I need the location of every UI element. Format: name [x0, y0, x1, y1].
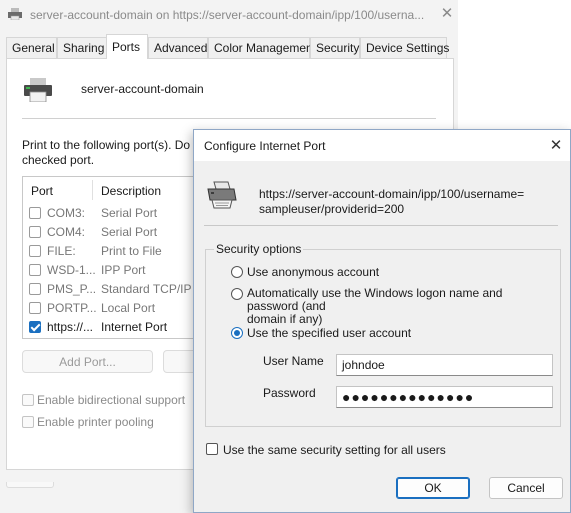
username-label: User Name [263, 354, 324, 368]
properties-titlebar: server-account-domain on https://server-… [0, 0, 458, 30]
port-checkbox[interactable] [29, 264, 41, 276]
column-header-description[interactable]: Description [101, 184, 161, 198]
port-url-line-2: sampleuser/providerid=200 [259, 202, 405, 216]
port-row[interactable]: COM4: Serial Port [23, 223, 201, 242]
password-label: Password [263, 386, 316, 400]
port-name: https://... [47, 320, 94, 334]
column-separator[interactable] [92, 180, 93, 200]
ports-list[interactable]: Port Description COM3: Serial Port COM4:… [22, 176, 202, 339]
port-checkbox-checked[interactable] [29, 321, 41, 333]
bidirectional-label: Enable bidirectional support [37, 393, 186, 407]
ports-description: Print to the following port(s). Do check… [22, 138, 197, 168]
same-setting-checkbox[interactable] [206, 443, 218, 455]
username-field[interactable]: johndoe [336, 354, 553, 376]
ports-description-line-1: Print to the following port(s). Do [22, 138, 191, 152]
pooling-label: Enable printer pooling [37, 415, 154, 429]
tab-security[interactable]: Security [310, 37, 360, 58]
security-options-label: Security options [214, 242, 304, 256]
port-description: Local Port [101, 301, 156, 315]
printer-name: server-account-domain [81, 82, 204, 96]
tab-device-settings[interactable]: Device Settings [360, 37, 449, 58]
ports-description-line-2: checked port. [22, 153, 95, 167]
port-row-selected[interactable]: https://... Internet Port [23, 318, 201, 337]
divider [22, 118, 436, 119]
window-title: server-account-domain on https://server-… [30, 8, 425, 22]
printer-icon [24, 78, 52, 102]
windows-logon-label-line-2: domain if any) [247, 312, 323, 326]
close-icon[interactable]: ✕ [437, 4, 457, 24]
port-checkbox[interactable] [29, 207, 41, 219]
windows-logon-label-line-1: Automatically use the Windows logon name… [247, 286, 503, 313]
port-description: Serial Port [101, 225, 158, 239]
divider [204, 225, 558, 226]
port-name: WSD-1... [47, 263, 96, 277]
tab-ports[interactable]: Ports [106, 34, 148, 59]
port-description: Internet Port [101, 320, 168, 334]
port-checkbox[interactable] [29, 283, 41, 295]
specified-account-radio[interactable] [231, 327, 243, 339]
anonymous-account-label[interactable]: Use anonymous account [247, 266, 379, 279]
port-name: PMS_P... [47, 282, 97, 296]
tab-general[interactable]: General [6, 37, 57, 58]
port-url: https://server-account-domain/ipp/100/us… [259, 187, 559, 217]
windows-logon-radio[interactable] [231, 288, 243, 300]
port-url-line-1: https://server-account-domain/ipp/100/us… [259, 187, 525, 201]
same-setting-label[interactable]: Use the same security setting for all us… [223, 443, 446, 457]
port-checkbox[interactable] [29, 245, 41, 257]
port-row[interactable]: PORTP... Local Port [23, 299, 201, 318]
port-description: Serial Port [101, 206, 158, 220]
port-description: Standard TCP/IP P [101, 282, 202, 296]
configure-internet-port-dialog: Configure Internet Port ✕ https://server… [193, 129, 571, 513]
port-checkbox[interactable] [29, 226, 41, 238]
specified-account-label[interactable]: Use the specified user account [247, 327, 411, 340]
dialog-title: Configure Internet Port [204, 139, 326, 153]
close-icon[interactable]: ✕ [546, 136, 566, 156]
printer-icon [8, 8, 22, 20]
column-header-port[interactable]: Port [31, 184, 53, 198]
internet-printer-icon [207, 181, 237, 209]
ok-button[interactable]: OK [396, 477, 470, 499]
port-name: COM4: [47, 225, 86, 239]
password-field[interactable]: ●●●●●●●●●●●●●● [336, 386, 553, 408]
port-description: Print to File [101, 244, 162, 258]
port-row[interactable]: WSD-1... IPP Port [23, 261, 201, 280]
port-name: COM3: [47, 206, 86, 220]
port-name: FILE: [47, 244, 76, 258]
port-description: IPP Port [101, 263, 146, 277]
port-row[interactable]: PMS_P... Standard TCP/IP P [23, 280, 201, 299]
tab-sharing[interactable]: Sharing [57, 37, 107, 58]
port-row[interactable]: FILE: Print to File [23, 242, 201, 261]
dialog-titlebar: Configure Internet Port ✕ [194, 130, 570, 161]
windows-logon-label[interactable]: Automatically use the Windows logon name… [247, 287, 557, 326]
tab-advanced[interactable]: Advanced [148, 37, 208, 58]
port-name: PORTP... [47, 301, 97, 315]
tab-color-management[interactable]: Color Management [208, 37, 316, 58]
cancel-button[interactable]: Cancel [489, 477, 563, 499]
pooling-checkbox[interactable] [22, 416, 34, 428]
partial-button[interactable] [6, 482, 54, 488]
port-row[interactable]: COM3: Serial Port [23, 204, 201, 223]
add-port-button[interactable]: Add Port... [22, 350, 153, 373]
bidirectional-checkbox[interactable] [22, 394, 34, 406]
anonymous-account-radio[interactable] [231, 266, 243, 278]
port-checkbox[interactable] [29, 302, 41, 314]
